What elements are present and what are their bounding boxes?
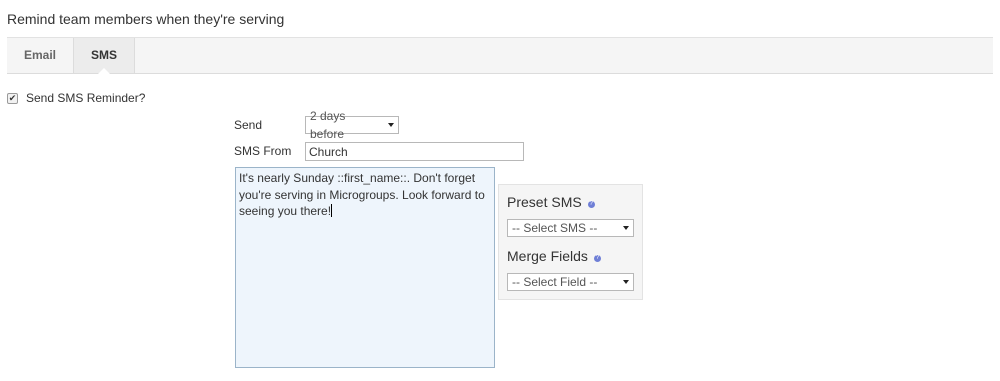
send-timing-value: 2 days before <box>310 109 346 141</box>
chevron-down-icon <box>623 280 629 284</box>
sms-options-panel: Preset SMS? -- Select SMS -- Merge Field… <box>498 184 643 300</box>
sms-message-textarea[interactable]: It's nearly Sunday ::first_name::. Don't… <box>235 167 495 368</box>
tab-bar: Email SMS <box>7 37 993 74</box>
send-sms-reminder-row: ✔ Send SMS Reminder? <box>7 91 145 105</box>
help-icon[interactable]: ? <box>587 201 595 208</box>
text-cursor <box>331 204 333 217</box>
preset-sms-heading-label: Preset SMS <box>507 194 582 210</box>
preset-sms-heading: Preset SMS? <box>507 194 595 210</box>
send-timing-select[interactable]: 2 days before <box>305 109 399 141</box>
preset-sms-select-value: -- Select SMS -- <box>512 221 598 235</box>
merge-fields-select[interactable]: -- Select Field -- <box>507 273 634 291</box>
tab-sms[interactable]: SMS <box>73 38 135 74</box>
merge-fields-heading-label: Merge Fields <box>507 248 588 264</box>
tab-sms-label: SMS <box>90 48 117 62</box>
page-title: Remind team members when they're serving <box>7 11 285 27</box>
chevron-down-icon <box>623 226 629 230</box>
active-tab-indicator <box>98 68 110 74</box>
send-sms-reminder-label: Send SMS Reminder? <box>26 91 146 105</box>
sms-from-input[interactable] <box>305 142 524 161</box>
preset-sms-select[interactable]: -- Select SMS -- <box>507 219 634 237</box>
merge-fields-heading: Merge Fields? <box>507 248 601 264</box>
send-label: Send <box>234 118 263 132</box>
sms-from-label: SMS From <box>234 144 292 158</box>
chevron-down-icon <box>388 123 394 127</box>
merge-fields-select-value: -- Select Field -- <box>512 275 598 289</box>
help-icon[interactable]: ? <box>593 255 601 262</box>
sms-message-text: It's nearly Sunday ::first_name::. Don't… <box>239 171 485 218</box>
tab-email[interactable]: Email <box>7 38 73 73</box>
send-sms-reminder-checkbox[interactable]: ✔ <box>7 92 18 104</box>
